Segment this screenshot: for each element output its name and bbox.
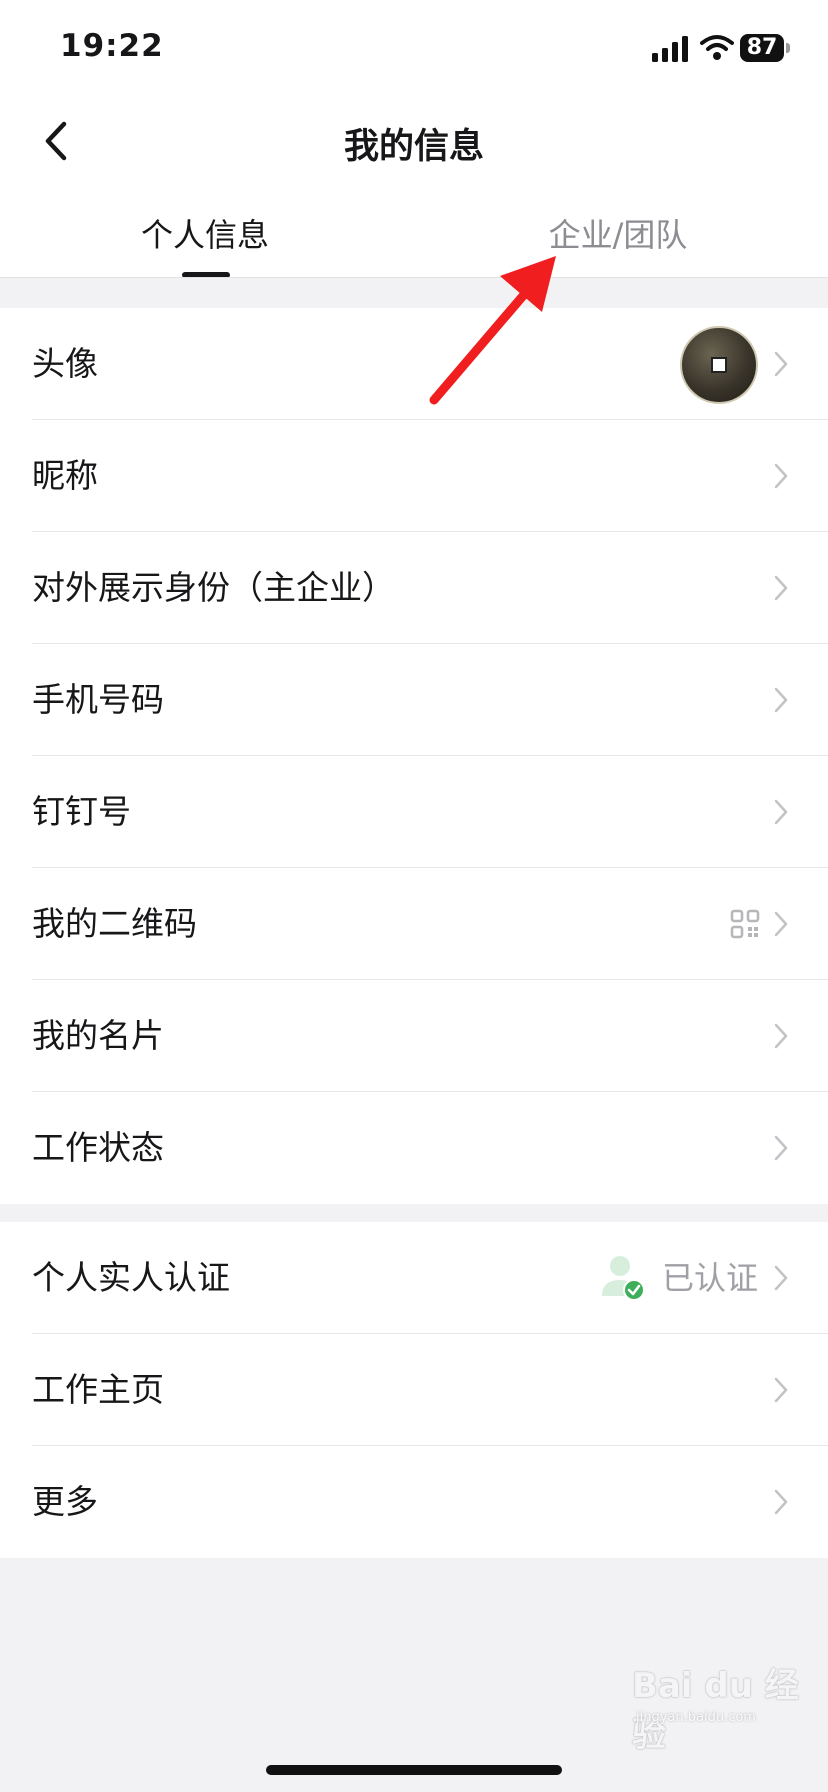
row-avatar[interactable]: 头像 — [0, 308, 828, 420]
row-work-homepage[interactable]: 工作主页 — [0, 1334, 828, 1446]
status-time: 19:22 — [60, 28, 164, 64]
tab-bar: 个人信息 企业/团队 — [0, 200, 828, 278]
chevron-right-icon — [774, 351, 788, 377]
row-label: 个人实人认证 — [32, 1258, 230, 1297]
chevron-right-icon — [774, 911, 788, 937]
home-indicator[interactable] — [266, 1765, 562, 1775]
row-more[interactable]: 更多 — [0, 1446, 828, 1558]
chevron-right-icon — [774, 1265, 788, 1291]
row-dingtalk-id[interactable]: 钉钉号 — [0, 756, 828, 868]
tab-personal-info[interactable]: 个人信息 — [55, 210, 355, 256]
row-label: 我的二维码 — [32, 904, 197, 943]
status-bar: 19:22 87 — [0, 0, 828, 100]
navigation-bar: 我的信息 — [0, 100, 828, 182]
row-public-identity[interactable]: 对外展示身份（主企业） — [0, 532, 828, 644]
row-label: 昵称 — [32, 456, 98, 495]
row-my-business-card[interactable]: 我的名片 — [0, 980, 828, 1092]
battery-level: 87 — [740, 34, 784, 62]
tab-enterprise-team[interactable]: 企业/团队 — [468, 210, 768, 256]
chevron-right-icon — [774, 1377, 788, 1403]
chevron-right-icon — [774, 799, 788, 825]
row-label: 工作主页 — [32, 1370, 164, 1409]
chevron-right-icon — [774, 687, 788, 713]
row-work-status[interactable]: 工作状态 — [0, 1092, 828, 1204]
chevron-right-icon — [774, 1135, 788, 1161]
row-label: 对外展示身份（主企业） — [32, 568, 395, 607]
divider — [0, 277, 828, 278]
verification-status: 已认证 — [662, 1259, 759, 1297]
chevron-right-icon — [774, 463, 788, 489]
row-label: 工作状态 — [32, 1128, 164, 1167]
row-label: 头像 — [32, 344, 98, 383]
row-real-name-verification[interactable]: 个人实人认证 已认证 — [0, 1222, 828, 1334]
qr-code-icon — [730, 909, 760, 939]
row-phone-number[interactable]: 手机号码 — [0, 644, 828, 756]
row-label: 手机号码 — [32, 680, 164, 719]
verified-user-icon — [602, 1256, 645, 1301]
chevron-right-icon — [774, 575, 788, 601]
wifi-icon — [700, 35, 734, 60]
row-label: 我的名片 — [32, 1016, 164, 1055]
row-label: 钉钉号 — [32, 792, 131, 831]
row-nickname[interactable]: 昵称 — [0, 420, 828, 532]
header-area: 19:22 87 我的信息 个人信息 企业/团队 — [0, 0, 828, 278]
row-label: 更多 — [32, 1482, 98, 1521]
profile-settings-group: 头像 昵称 对外展示身份（主企业） 手机号码 钉钉号 我的二维码 我的名片 工作… — [0, 308, 828, 1204]
avatar[interactable] — [680, 326, 758, 404]
watermark-url: jingyan.baidu.com — [636, 1710, 756, 1725]
watermark-logo: Bai du 经验 — [632, 1666, 799, 1755]
chevron-right-icon — [774, 1489, 788, 1515]
page-title: 我的信息 — [343, 127, 484, 167]
chevron-right-icon — [774, 1023, 788, 1049]
more-settings-group: 个人实人认证 已认证 工作主页 更多 — [0, 1222, 828, 1558]
battery-icon: 87 — [740, 34, 792, 64]
battery-cap — [786, 43, 790, 53]
cellular-signal-icon — [652, 36, 688, 62]
row-my-qr-code[interactable]: 我的二维码 — [0, 868, 828, 980]
